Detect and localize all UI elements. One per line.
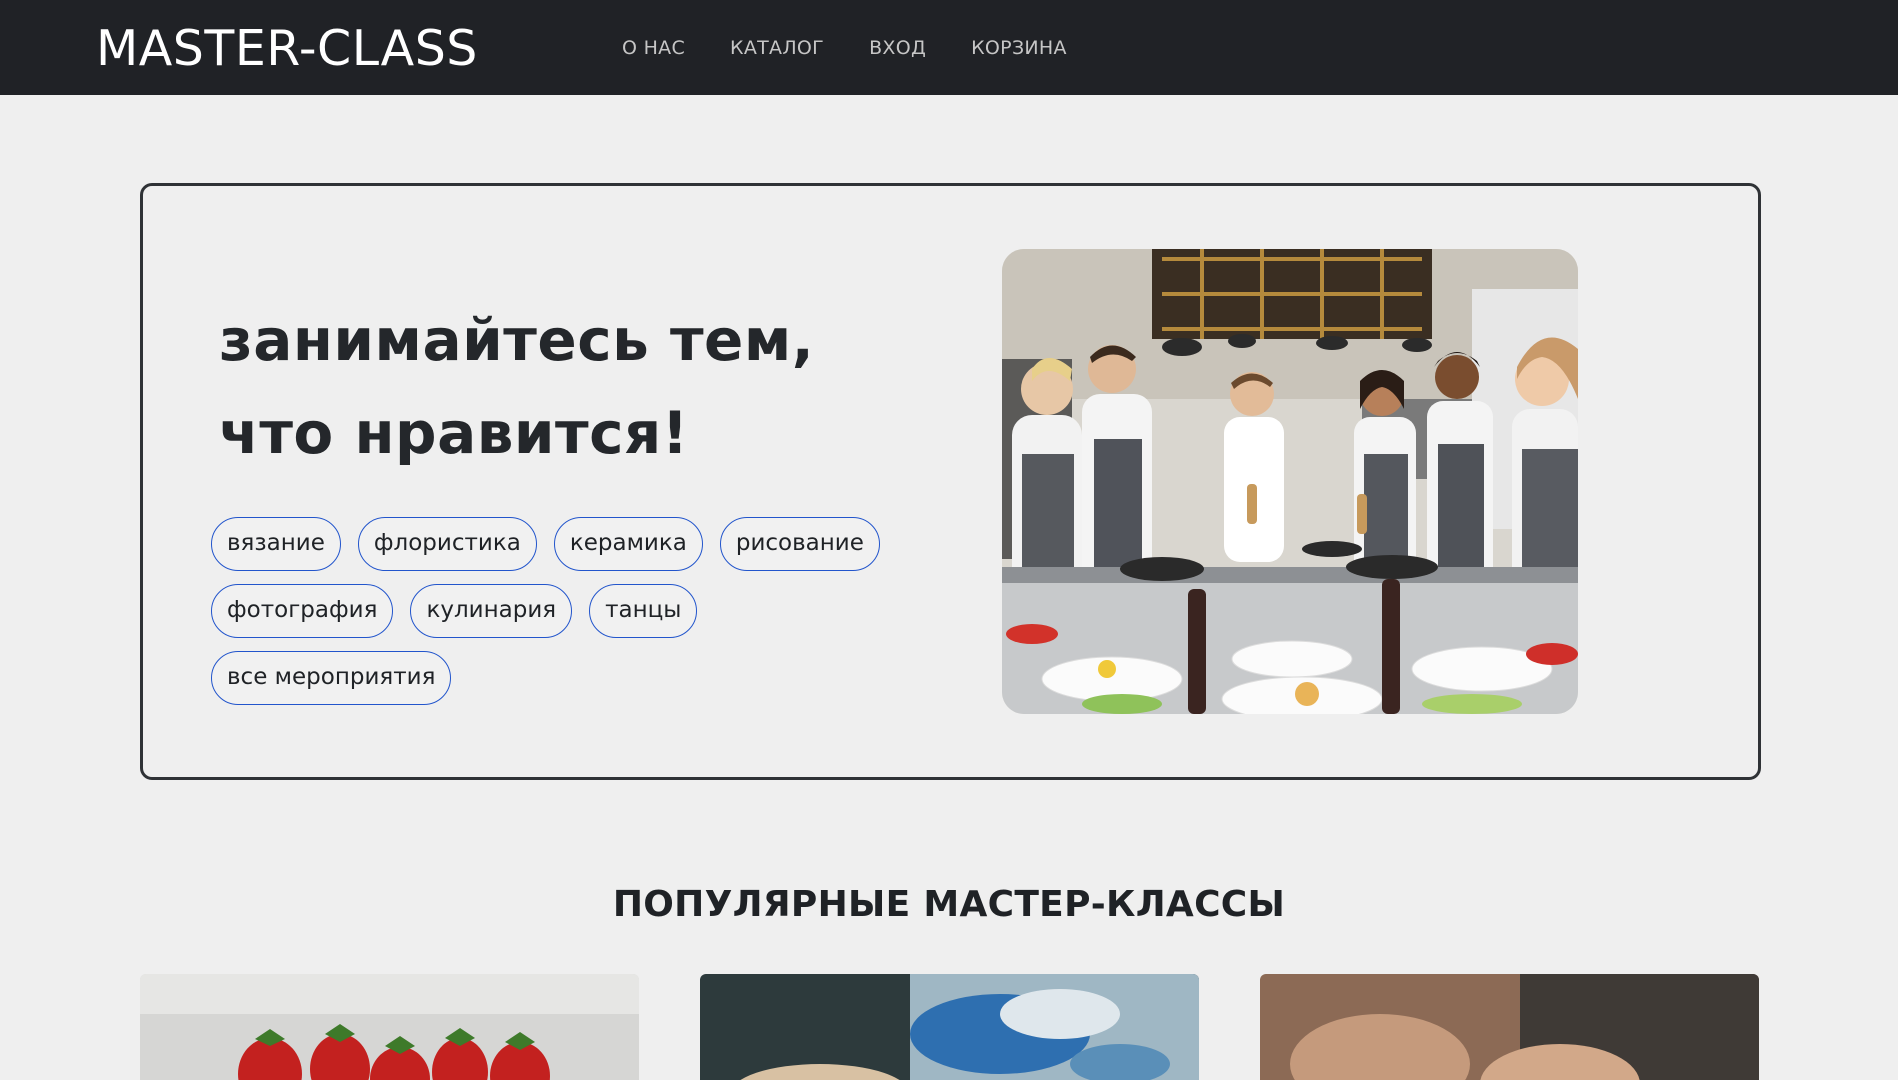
hero-title-line1: занимайтесь тем,: [219, 306, 815, 374]
hero-card: занимайтесь тем, что нравится! вязание ф…: [140, 183, 1761, 780]
tag-dancing[interactable]: танцы: [589, 584, 698, 638]
tag-all-events[interactable]: все мероприятия: [211, 651, 452, 705]
card-strawberries[interactable]: [140, 974, 639, 1080]
strawberries-photo: [140, 974, 639, 1080]
tag-floristry[interactable]: флористика: [357, 517, 537, 571]
main-nav: О НАС КАТАЛОГ ВХОД КОРЗИНА: [622, 37, 1112, 59]
hero-cooking-class-photo: [1002, 249, 1578, 714]
nav-link-catalog[interactable]: КАТАЛОГ: [730, 37, 824, 59]
nav-link-cart[interactable]: КОРЗИНА: [971, 37, 1067, 59]
nav-link-login[interactable]: ВХОД: [869, 37, 926, 59]
hero-title-line2: что нравится!: [219, 399, 689, 467]
nav-link-about[interactable]: О НАС: [622, 37, 685, 59]
tag-photography[interactable]: фотография: [211, 584, 394, 638]
tag-drawing[interactable]: рисование: [719, 517, 880, 571]
painting-photo: [700, 974, 1199, 1080]
cooking-class-illustration: [1002, 249, 1578, 714]
tag-cooking[interactable]: кулинария: [410, 584, 573, 638]
site-header: MASTER-CLASS О НАС КАТАЛОГ ВХОД КОРЗИНА: [0, 0, 1898, 95]
popular-section-title: ПОПУЛЯРНЫЕ МАСТЕР-КЛАССЫ: [612, 884, 1286, 925]
tag-knitting[interactable]: вязание: [211, 517, 341, 571]
card-ceramics[interactable]: [1260, 974, 1759, 1080]
card-painting[interactable]: [700, 974, 1199, 1080]
category-tags: вязание флористика керамика рисование фо…: [211, 517, 951, 705]
hero-title: занимайтесь тем, что нравится!: [219, 294, 814, 480]
tag-ceramics[interactable]: керамика: [553, 517, 703, 571]
ceramics-photo: [1260, 974, 1759, 1080]
site-logo[interactable]: MASTER-CLASS: [96, 20, 478, 77]
